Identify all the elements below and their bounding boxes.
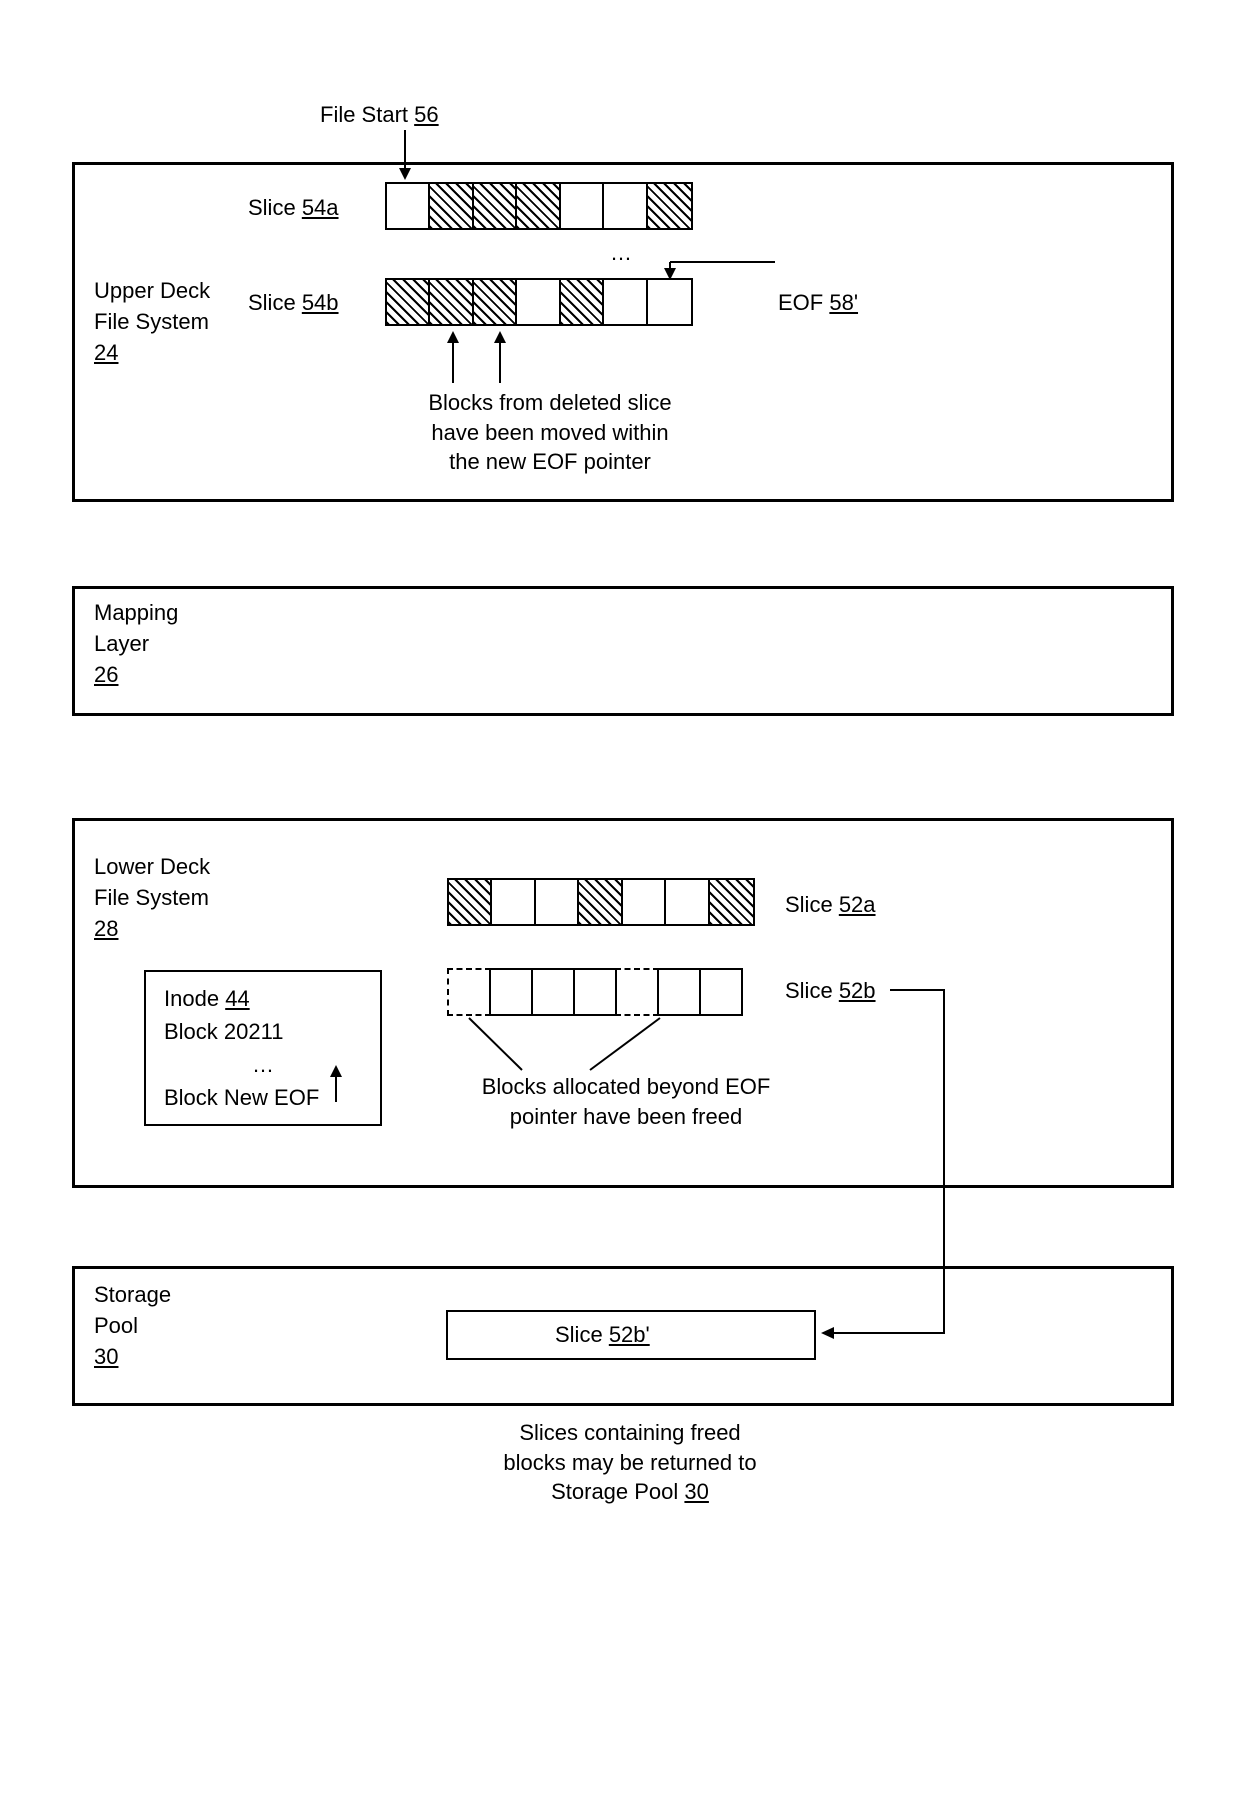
block [648, 184, 691, 228]
slice-54a-label: Slice 54a [248, 195, 339, 221]
slice-54b-ref: 54b [302, 290, 339, 315]
block [474, 184, 517, 228]
block [604, 280, 647, 324]
block [489, 968, 533, 1016]
slice-52a-text: Slice [785, 892, 833, 917]
bm-l3: the new EOF pointer [449, 449, 651, 474]
slice-54a-text: Slice [248, 195, 296, 220]
slice-52a-ref: 52a [839, 892, 876, 917]
block [648, 280, 691, 324]
storage-pool-label: Storage Pool 30 [94, 1280, 171, 1372]
block [561, 280, 604, 324]
block [430, 184, 473, 228]
block [579, 880, 622, 924]
block [430, 280, 473, 324]
slice-52bp-label: Slice 52b' [555, 1322, 650, 1348]
inode-box: Inode 44 Block 20211 … Block New EOF [144, 970, 382, 1126]
blocks-moved-arrow1 [443, 328, 463, 388]
sp-text2: Pool [94, 1313, 138, 1338]
slice-54b [385, 278, 693, 326]
eof-label: EOF 58' [778, 290, 858, 316]
block [387, 280, 430, 324]
block [710, 880, 753, 924]
lower-deck-label: Lower Deck File System 28 [94, 852, 210, 944]
block [474, 280, 517, 324]
sp-text1: Storage [94, 1282, 171, 1307]
ret-l3: Storage Pool [551, 1479, 678, 1504]
block [561, 184, 604, 228]
block [657, 968, 701, 1016]
upper-deck-text2: File System [94, 309, 209, 334]
slice-54b-text: Slice [248, 290, 296, 315]
upper-deck-text1: Upper Deck [94, 278, 210, 303]
block [699, 968, 743, 1016]
mapping-ref: 26 [94, 662, 118, 687]
ret-l1: Slices containing freed [519, 1420, 740, 1445]
file-start-ref: 56 [414, 102, 438, 127]
block [449, 880, 492, 924]
eof-text: EOF [778, 290, 823, 315]
mapping-text2: Layer [94, 631, 149, 656]
block [387, 184, 430, 228]
bm-l1: Blocks from deleted slice [428, 390, 671, 415]
eof-arrow [660, 252, 780, 282]
blocks-freed-line2 [560, 1018, 670, 1076]
upper-deck-label: Upper Deck File System 24 [94, 276, 210, 368]
block [604, 184, 647, 228]
ellipsis: … [610, 240, 632, 266]
block-dashed [615, 968, 659, 1016]
mapping-layer-box [72, 586, 1174, 716]
lower-deck-text2: File System [94, 885, 209, 910]
block [517, 280, 560, 324]
bf-l1: Blocks allocated beyond EOF [482, 1074, 771, 1099]
blocks-moved-arrow2 [490, 328, 510, 388]
inode-arrow [326, 1062, 346, 1106]
blocks-freed-text: Blocks allocated beyond EOF pointer have… [426, 1072, 826, 1131]
slice-52a-label: Slice 52a [785, 892, 876, 918]
block [492, 880, 535, 924]
slice-54a-ref: 54a [302, 195, 339, 220]
slice-return-arrow [816, 990, 956, 1340]
slice-52bp-ref: 52b' [609, 1322, 650, 1347]
eof-ref: 58' [829, 290, 858, 315]
sp-ref: 30 [94, 1344, 118, 1369]
block [623, 880, 666, 924]
slice-52bp-text: Slice [555, 1322, 603, 1347]
block-dashed [447, 968, 491, 1016]
inode-header: Inode 44 [164, 982, 362, 1015]
block [531, 968, 575, 1016]
file-start-label: File Start 56 [320, 102, 439, 128]
ret-ref: 30 [684, 1479, 708, 1504]
bm-l2: have been moved within [431, 420, 668, 445]
file-start-text: File Start [320, 102, 408, 127]
slice-54a [385, 182, 693, 230]
upper-deck-ref: 24 [94, 340, 118, 365]
lower-deck-text1: Lower Deck [94, 854, 210, 879]
file-start-arrow [395, 130, 415, 185]
mapping-layer-label: Mapping Layer 26 [94, 598, 178, 690]
lower-deck-ref: 28 [94, 916, 118, 941]
block [517, 184, 560, 228]
block [573, 968, 617, 1016]
returned-text: Slices containing freed blocks may be re… [450, 1418, 810, 1507]
slice-54b-label: Slice 54b [248, 290, 339, 316]
slice-52b [447, 968, 743, 1016]
mapping-text1: Mapping [94, 600, 178, 625]
slice-52a [447, 878, 755, 926]
block [536, 880, 579, 924]
block [666, 880, 709, 924]
bf-l2: pointer have been freed [510, 1104, 742, 1129]
blocks-moved-text: Blocks from deleted slice have been move… [385, 388, 715, 477]
ret-l2: blocks may be returned to [503, 1450, 756, 1475]
inode-l1: Block 20211 [164, 1015, 362, 1048]
